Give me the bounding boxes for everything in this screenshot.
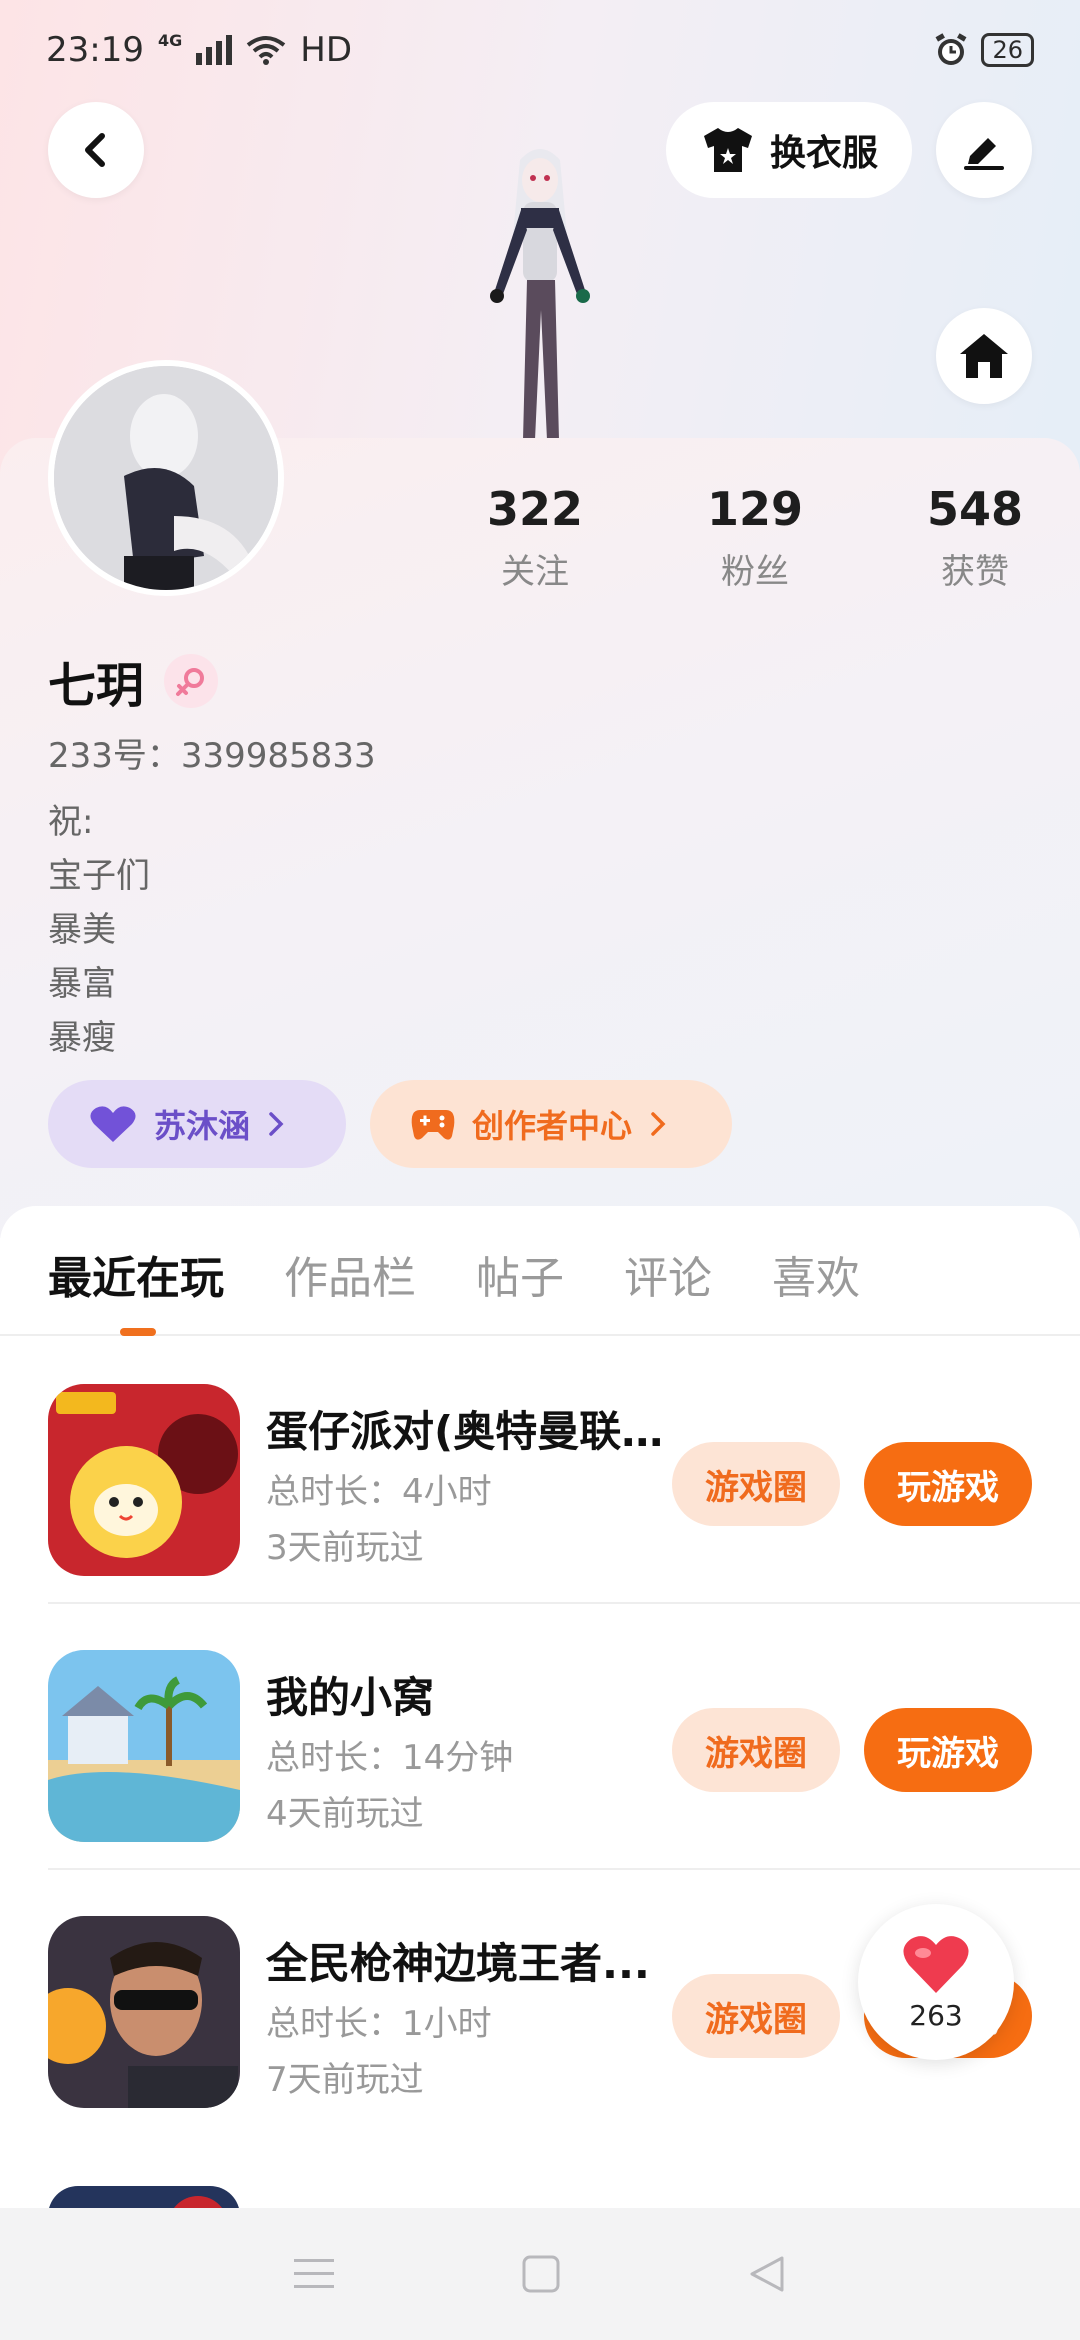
heart-icon	[90, 1106, 136, 1142]
game-last-played: 3天前玩过	[266, 1528, 424, 1568]
status-time: 23:19	[46, 30, 144, 70]
stat-following-value: 322	[486, 482, 584, 536]
game-title: 全民枪神边境王者...	[266, 1939, 650, 1988]
play-game-button[interactable]: 玩游戏	[864, 1442, 1032, 1526]
stat-following[interactable]: 322 关注	[455, 482, 615, 593]
stat-followers[interactable]: 129 粉丝	[675, 482, 835, 593]
game-icon[interactable]	[48, 1384, 240, 1576]
active-tab-indicator	[120, 1328, 156, 1336]
heart-icon	[903, 1935, 969, 1993]
profile-stats: 322 关注 129 粉丝 548 获赞	[455, 482, 1055, 593]
game-circle-button[interactable]: 游戏圈	[672, 1974, 840, 2058]
game-circle-button[interactable]: 游戏圈	[672, 1708, 840, 1792]
gender-badge	[164, 654, 219, 708]
tab-list: 最近在玩 作品栏 帖子 评论 喜欢	[48, 1242, 860, 1306]
bio-line: 宝子们	[48, 856, 150, 896]
change-outfit-button[interactable]: 换衣服	[666, 102, 912, 198]
edit-pen-icon	[964, 138, 1004, 170]
home-icon	[960, 334, 1008, 378]
signal-bars-icon	[196, 35, 233, 65]
game-icon[interactable]	[48, 1650, 240, 1842]
user-id: 233号：339985833	[48, 736, 376, 776]
battery-indicator: 26	[981, 33, 1034, 67]
game-icon[interactable]	[48, 1916, 240, 2108]
status-right: 26	[933, 32, 1034, 68]
stat-likes[interactable]: 548 获赞	[895, 482, 1055, 593]
tab-likes[interactable]: 喜欢	[772, 1242, 860, 1306]
game-title: 蛋仔派对(奥特曼联...	[266, 1407, 666, 1456]
tab-comments[interactable]: 评论	[624, 1242, 712, 1306]
stat-likes-label: 获赞	[941, 552, 1009, 592]
game-title: 我的小窝	[266, 1673, 435, 1722]
home-button[interactable]	[936, 308, 1032, 404]
avatar-image	[54, 366, 278, 590]
square-icon[interactable]	[522, 2255, 560, 2293]
game-cover-image	[48, 1384, 240, 1576]
game-duration: 总时长：14分钟	[266, 1738, 514, 1778]
game-duration: 总时长：4小时	[266, 1472, 492, 1512]
tab-posts[interactable]: 帖子	[476, 1242, 564, 1306]
wifi-icon	[247, 36, 286, 65]
game-duration: 总时长：1小时	[266, 2004, 492, 2044]
bio-line: 暴富	[48, 964, 116, 1004]
triangle-back-icon[interactable]	[748, 2254, 786, 2294]
back-arrow-icon	[85, 133, 105, 167]
profile-name: 七玥	[48, 658, 145, 714]
shirt-icon	[703, 128, 752, 172]
content-tabs: 最近在玩 作品栏 帖子 评论 喜欢	[0, 1206, 1080, 1336]
bio-line: 祝:	[48, 802, 94, 842]
alarm-icon	[935, 33, 967, 65]
status-left: 23:19 4G HD	[46, 30, 352, 70]
chevron-right-icon	[651, 1112, 666, 1136]
game-last-played: 7天前玩过	[266, 2060, 424, 2100]
battery-level: 26	[992, 36, 1023, 64]
name-row: 七玥	[48, 646, 219, 716]
creator-center-label: 创作者中心	[472, 1107, 633, 1145]
like-count: 263	[909, 1998, 963, 2032]
list-item[interactable]: 我的小窝 总时长：14分钟 4天前玩过 游戏圈 玩游戏	[48, 1604, 1080, 1870]
game-last-played: 4天前玩过	[266, 1794, 424, 1834]
status-bar: 23:19 4G HD 26	[0, 0, 1080, 100]
back-button[interactable]	[48, 102, 144, 198]
stat-likes-value: 548	[926, 482, 1024, 536]
chevron-right-icon	[269, 1112, 284, 1136]
stat-followers-label: 粉丝	[721, 552, 789, 592]
menu-icon[interactable]	[294, 2257, 334, 2291]
profile-bio: 祝: 宝子们 暴美 暴富 暴瘦	[48, 795, 150, 1065]
avatar-character-figure[interactable]	[455, 140, 625, 440]
change-outfit-label: 换衣服	[769, 133, 878, 174]
female-icon	[176, 668, 205, 696]
list-item[interactable]: 蛋仔派对(奥特曼联... 总时长：4小时 3天前玩过 游戏圈 玩游戏	[48, 1338, 1080, 1604]
game-cover-image	[48, 1916, 240, 2108]
hd-indicator: HD	[300, 30, 352, 70]
creator-center-button[interactable]: 创作者中心	[370, 1080, 732, 1168]
signal-icon: 4G	[157, 30, 183, 50]
friend-tag-button[interactable]: 苏沐涵	[48, 1080, 346, 1168]
gamepad-icon	[411, 1110, 455, 1140]
system-nav-bar	[0, 2208, 1080, 2340]
game-cover-image	[48, 1650, 240, 1842]
friend-tag-label: 苏沐涵	[154, 1107, 251, 1145]
play-game-button[interactable]: 玩游戏	[864, 1708, 1032, 1792]
tab-works[interactable]: 作品栏	[284, 1242, 416, 1306]
tab-recent-played[interactable]: 最近在玩	[48, 1242, 224, 1306]
like-float-button[interactable]: 263	[858, 1904, 1014, 2060]
bio-line: 暴瘦	[48, 1018, 116, 1058]
avatar[interactable]	[48, 360, 284, 596]
edit-profile-button[interactable]	[936, 102, 1032, 198]
stat-following-label: 关注	[501, 552, 569, 592]
game-circle-button[interactable]: 游戏圈	[672, 1442, 840, 1526]
stat-followers-value: 129	[706, 482, 804, 536]
bio-line: 暴美	[48, 910, 116, 950]
